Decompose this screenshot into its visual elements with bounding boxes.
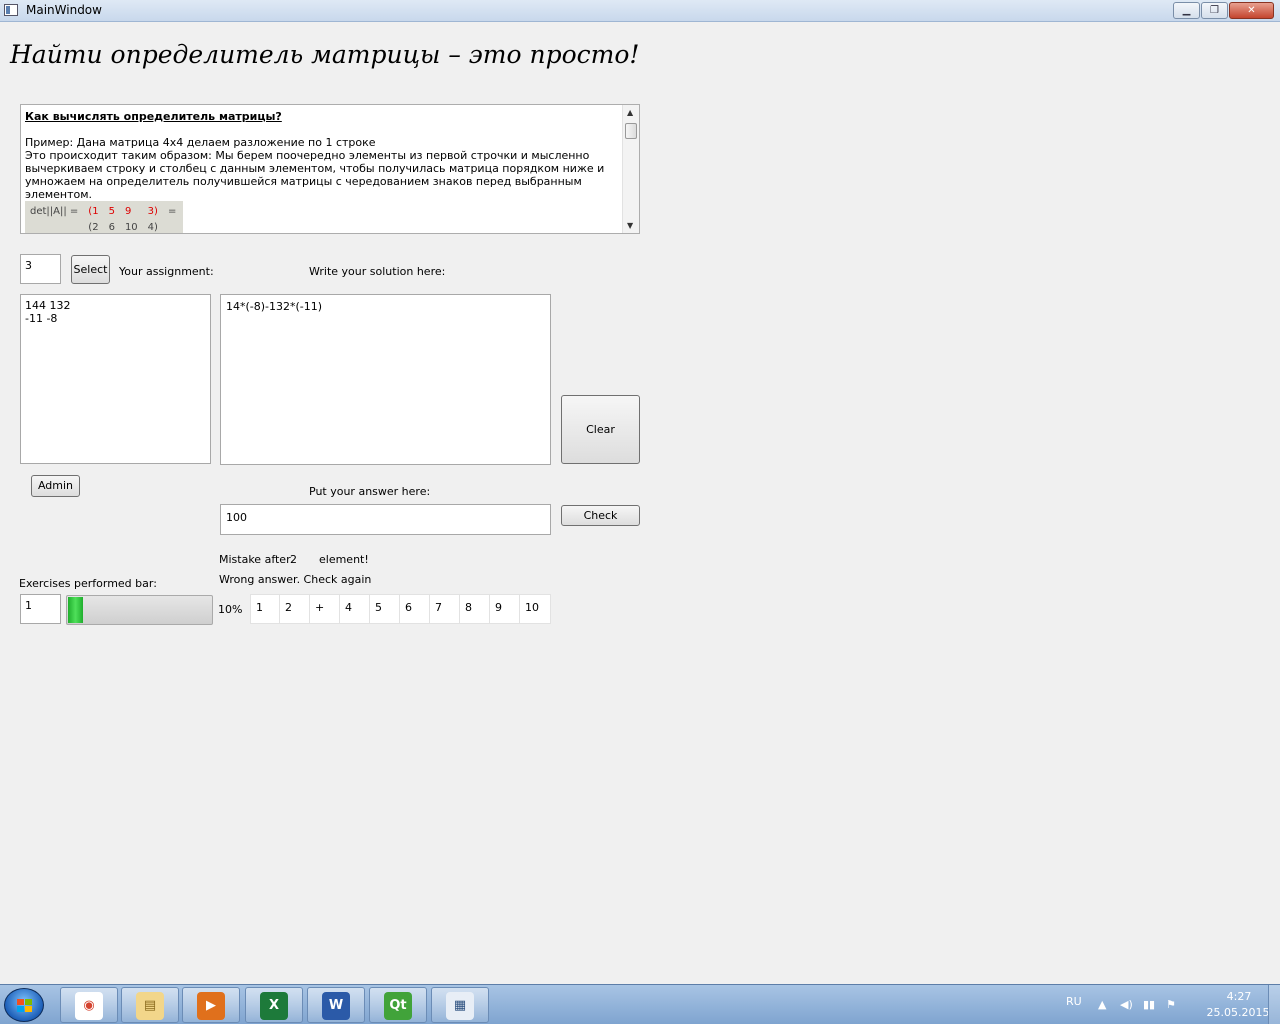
clock-time[interactable]: 4:27 <box>1218 990 1260 1003</box>
taskbar-app-button[interactable]: ▦ <box>431 987 489 1023</box>
check-button[interactable]: Check <box>561 505 640 526</box>
progress-fill <box>68 597 83 623</box>
select-button[interactable]: Select <box>71 255 110 284</box>
matrix-cell: 5 <box>108 205 115 217</box>
scroll-down-icon[interactable]: ▼ <box>627 221 633 230</box>
taskbar-app-button[interactable]: ◉ <box>60 987 118 1023</box>
volume-icon[interactable]: ◀) <box>1120 998 1133 1011</box>
page-title: Найти определитель матрицы – это просто! <box>10 40 640 69</box>
word-icon: W <box>322 992 350 1020</box>
info-text-panel[interactable]: Как вычислять определитель матрицы? Прим… <box>20 104 640 234</box>
maximize-button[interactable]: ❐ <box>1201 2 1228 19</box>
taskbar-app-button[interactable]: X <box>245 987 303 1023</box>
matrix-cell: 6 <box>108 221 115 233</box>
matrix-cell <box>163 219 181 233</box>
taskbar: ◉ ▤ ▶ X W Qt ▦ RU ▲ ◀) ▮▮ ⚑ 4:27 25.05.2015 <box>0 984 1280 1024</box>
exercise-cell: 1 <box>250 594 280 624</box>
matrix-cell: = <box>167 205 177 217</box>
exercise-cell: 4 <box>340 594 370 624</box>
exercise-count-field[interactable]: 1 <box>20 594 61 624</box>
chrome-icon: ◉ <box>75 992 103 1020</box>
answer-label: Put your answer here: <box>309 485 431 498</box>
scroll-thumb[interactable] <box>625 123 637 139</box>
answer-input[interactable]: 100 <box>220 504 551 535</box>
explorer-folder-icon: ▤ <box>136 992 164 1020</box>
exercises-progress-bar <box>66 595 213 625</box>
show-desktop-button[interactable] <box>1268 985 1280 1024</box>
clock-date[interactable]: 25.05.2015 <box>1198 1006 1278 1019</box>
taskbar-app-button[interactable]: Qt <box>369 987 427 1023</box>
action-center-flag-icon[interactable]: ⚑ <box>1166 998 1176 1011</box>
media-player-icon: ▶ <box>197 992 225 1020</box>
matrix-cell: (1 <box>88 205 99 217</box>
assignment-label: Your assignment: <box>119 265 214 278</box>
minimize-button[interactable]: ▁ <box>1173 2 1200 19</box>
tray-expand-icon[interactable]: ▲ <box>1098 998 1106 1011</box>
exercise-cell: 9 <box>490 594 520 624</box>
taskbar-app-button[interactable]: ▶ <box>182 987 240 1023</box>
admin-button[interactable]: Admin <box>31 475 80 497</box>
windows-logo-icon <box>17 999 33 1013</box>
assignment-matrix-text[interactable]: 144 132 -11 -8 <box>20 294 211 464</box>
start-button[interactable] <box>4 988 44 1022</box>
window-title: MainWindow <box>26 3 102 17</box>
running-app-icon: ▦ <box>446 992 474 1020</box>
exercise-cells: 1 2 + 4 5 6 7 8 9 10 <box>250 594 551 624</box>
taskbar-app-button[interactable]: ▤ <box>121 987 179 1023</box>
progress-label: Exercises performed bar: <box>19 577 157 590</box>
matrix-cell: (2 <box>88 221 99 233</box>
exercise-cell: 10 <box>520 594 551 624</box>
clear-button[interactable]: Clear <box>561 395 640 464</box>
app-window-icon <box>4 4 18 16</box>
matrix-cell: 10 <box>124 221 138 233</box>
taskbar-app-button[interactable]: W <box>307 987 365 1023</box>
exercise-cell: 6 <box>400 594 430 624</box>
solution-label: Write your solution here: <box>309 265 446 278</box>
network-icon[interactable]: ▮▮ <box>1143 998 1155 1011</box>
info-question: Как вычислять определитель матрицы? <box>25 110 282 123</box>
progress-percent: 10% <box>218 603 243 616</box>
excel-icon: X <box>260 992 288 1020</box>
exercise-cell: 2 <box>280 594 310 624</box>
exercise-cell: 7 <box>430 594 460 624</box>
mistake-number: 2 <box>290 553 297 566</box>
info-explanation: Это происходит таким образом: Мы берем п… <box>25 149 605 201</box>
matrix-cell: 3) <box>147 205 158 217</box>
qt-creator-icon: Qt <box>384 992 412 1020</box>
info-scrollbar[interactable]: ▲ ▼ <box>622 105 639 233</box>
mistake-suffix: element! <box>319 553 369 566</box>
language-indicator[interactable]: RU <box>1066 995 1082 1008</box>
info-content: Как вычислять определитель матрицы? Прим… <box>25 110 623 233</box>
assignment-number-input[interactable]: 3 <box>20 254 61 284</box>
window-titlebar[interactable]: MainWindow ▁ ❐ ✕ <box>0 0 1280 22</box>
exercise-cell: + <box>310 594 340 624</box>
matrix-cell: 4) <box>147 221 158 233</box>
close-button[interactable]: ✕ <box>1229 2 1274 19</box>
matrix-cell: 9 <box>124 205 132 217</box>
info-example: Пример: Дана матрица 4x4 делаем разложен… <box>25 136 376 149</box>
mistake-prefix: Mistake after <box>219 553 291 566</box>
example-matrix: det||A|| = (1 5 9 3) = (2 6 10 4) <box>25 201 184 233</box>
matrix-label: det||A|| = <box>30 205 79 217</box>
solution-input[interactable]: 14*(-8)-132*(-11) <box>220 294 551 465</box>
window-controls: ▁ ❐ ✕ <box>1173 2 1274 19</box>
scroll-up-icon[interactable]: ▲ <box>627 108 633 117</box>
exercise-cell: 8 <box>460 594 490 624</box>
exercise-cell: 5 <box>370 594 400 624</box>
wrong-answer-message: Wrong answer. Check again <box>219 573 372 586</box>
